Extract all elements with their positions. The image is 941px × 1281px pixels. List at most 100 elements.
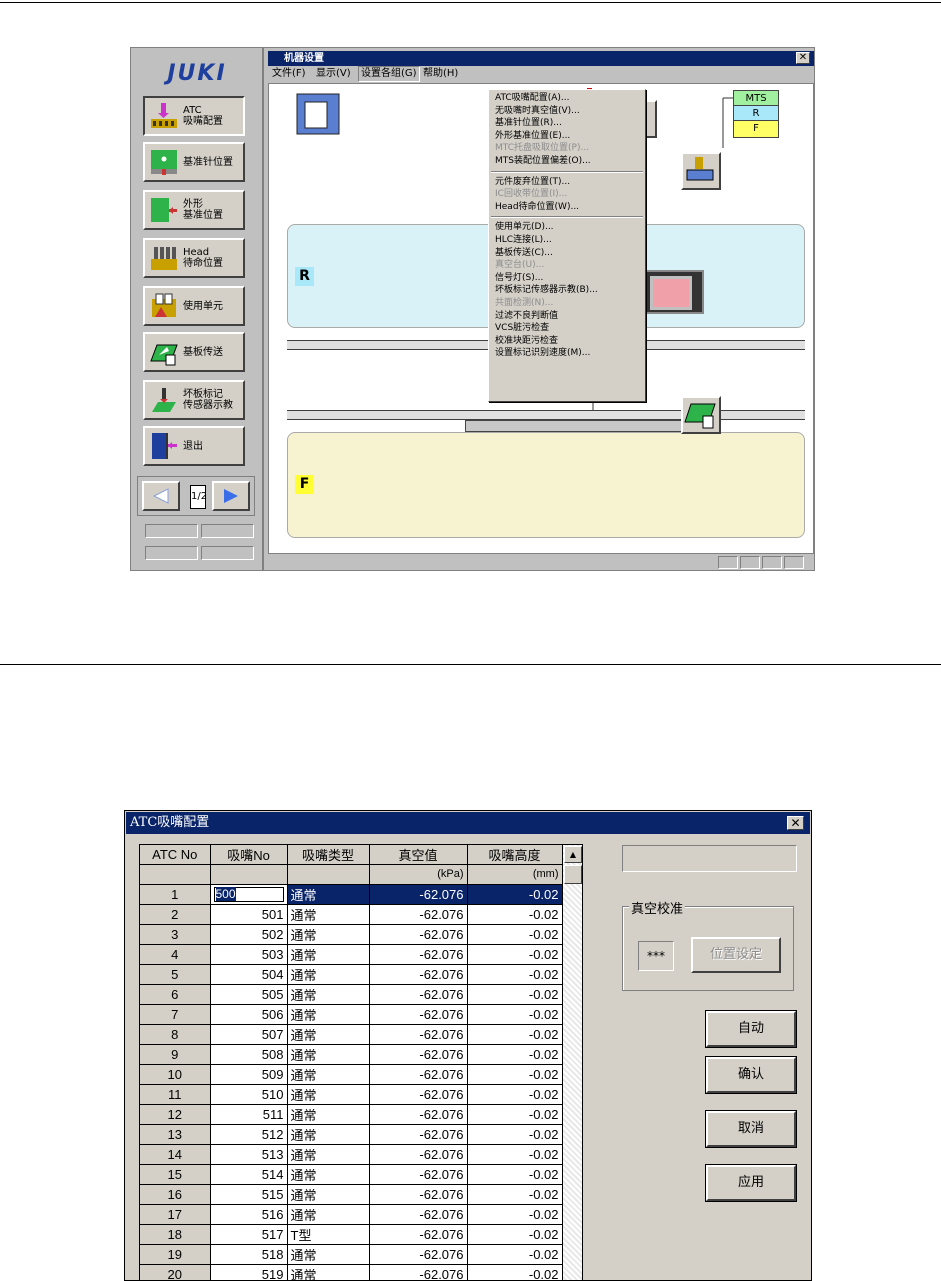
vacuum-cell[interactable]: -62.076 (369, 944, 468, 965)
next-page-button[interactable] (212, 481, 250, 511)
table-row[interactable]: 6 505 通常 -62.076 -0.02 (140, 984, 563, 1005)
nozzle-type-cell[interactable]: 通常 (287, 944, 370, 965)
table-row[interactable]: 19 518 通常 -62.076 -0.02 (140, 1244, 563, 1265)
height-cell[interactable]: -0.02 (467, 1204, 563, 1225)
nozzle-no-cell[interactable]: 518 (210, 1244, 288, 1265)
height-cell[interactable]: -0.02 (467, 1184, 563, 1205)
table-row[interactable]: 5 504 通常 -62.076 -0.02 (140, 964, 563, 985)
height-cell[interactable]: -0.02 (467, 1164, 563, 1185)
vacuum-cell[interactable]: -62.076 (369, 1124, 468, 1145)
dialog-close-button[interactable]: ✕ (787, 816, 804, 830)
menu-item-head-standby[interactable]: Head待命位置(W)... (489, 201, 645, 214)
nozzle-no-cell[interactable]: 504 (210, 964, 288, 985)
menu-item-outline-reference[interactable]: 外形基准位置(E)... (489, 130, 645, 143)
nozzle-type-cell[interactable]: 通常 (287, 964, 370, 985)
auto-button[interactable]: 自动 (705, 1010, 797, 1048)
height-cell[interactable]: -0.02 (467, 904, 563, 925)
height-cell[interactable]: -0.02 (467, 1144, 563, 1165)
table-row[interactable]: 18 517 T型 -62.076 -0.02 (140, 1224, 563, 1245)
apply-button[interactable]: 应用 (705, 1164, 797, 1202)
menu-item-atc-nozzle[interactable]: ATC吸嘴配置(A)... (489, 92, 645, 105)
atc-nozzle-button[interactable]: ATC 吸嘴配置 (143, 96, 245, 136)
height-cell[interactable]: -0.02 (467, 1264, 563, 1280)
vacuum-cell[interactable]: -62.076 (369, 1104, 468, 1125)
nozzle-type-cell[interactable]: 通常 (287, 1124, 370, 1145)
table-scrollbar[interactable]: ▲ (562, 845, 582, 1280)
height-cell[interactable]: -0.02 (467, 1004, 563, 1025)
height-cell[interactable]: -0.02 (467, 884, 563, 905)
menu-item-signal-light[interactable]: 信号灯(S)... (489, 272, 645, 285)
table-row[interactable]: 20 519 通常 -62.076 -0.02 (140, 1264, 563, 1280)
table-row[interactable]: 3 502 通常 -62.076 -0.02 (140, 924, 563, 945)
nozzle-type-cell[interactable]: 通常 (287, 1064, 370, 1085)
vacuum-cell[interactable]: -62.076 (369, 1244, 468, 1265)
nozzle-type-cell[interactable]: 通常 (287, 1024, 370, 1045)
nozzle-no-cell[interactable]: 517 (210, 1224, 288, 1245)
outline-reference-button[interactable]: 外形 基准位置 (143, 190, 245, 230)
nozzle-no-cell[interactable]: 512 (210, 1124, 288, 1145)
reference-pin-button[interactable]: 基准针位置 (143, 142, 245, 182)
nozzle-no-cell[interactable]: 502 (210, 924, 288, 945)
nozzle-no-cell[interactable]: 509 (210, 1064, 288, 1085)
cancel-button[interactable]: 取消 (705, 1110, 797, 1148)
nozzle-type-cell[interactable]: 通常 (287, 1144, 370, 1165)
nozzle-no-cell[interactable]: 505 (210, 984, 288, 1005)
nozzle-no-editor[interactable]: 500 (213, 887, 284, 903)
nozzle-no-cell[interactable]: 511 (210, 1104, 288, 1125)
height-cell[interactable]: -0.02 (467, 1084, 563, 1105)
nozzle-type-cell[interactable]: 通常 (287, 1184, 370, 1205)
nozzle-type-cell[interactable]: 通常 (287, 924, 370, 945)
confirm-button[interactable]: 确认 (705, 1056, 797, 1094)
table-row[interactable]: 15 514 通常 -62.076 -0.02 (140, 1164, 563, 1185)
nozzle-no-cell[interactable]: 515 (210, 1184, 288, 1205)
exit-button[interactable]: 退出 (143, 426, 245, 466)
vacuum-cell[interactable]: -62.076 (369, 1204, 468, 1225)
vacuum-cell[interactable]: -62.076 (369, 1164, 468, 1185)
nozzle-type-cell[interactable]: 通常 (287, 1164, 370, 1185)
nozzle-no-cell[interactable]: 507 (210, 1024, 288, 1045)
height-cell[interactable]: -0.02 (467, 1104, 563, 1125)
nozzle-no-cell[interactable]: 513 (210, 1144, 288, 1165)
nozzle-type-cell[interactable]: 通常 (287, 1244, 370, 1265)
menu-item-bad-mark-sensor[interactable]: 坏板标记传感器示教(B)... (489, 284, 645, 297)
table-row[interactable]: 7 506 通常 -62.076 -0.02 (140, 1004, 563, 1025)
height-cell[interactable]: -0.02 (467, 944, 563, 965)
height-cell[interactable]: -0.02 (467, 1124, 563, 1145)
menu-view[interactable]: 显示(V) (316, 67, 351, 81)
nozzle-no-cell[interactable]: 503 (210, 944, 288, 965)
nozzle-no-cell[interactable]: 516 (210, 1204, 288, 1225)
vacuum-cell[interactable]: -62.076 (369, 964, 468, 985)
mts-offset-button[interactable] (681, 152, 721, 190)
scroll-up-button[interactable]: ▲ (564, 846, 582, 863)
vacuum-cell[interactable]: -62.076 (369, 1004, 468, 1025)
menu-item-mts-offset[interactable]: MTS装配位置偏差(O)... (489, 155, 645, 168)
table-row[interactable]: 10 509 通常 -62.076 -0.02 (140, 1064, 563, 1085)
menu-item-filter-threshold[interactable]: 过滤不良判断值 (489, 310, 645, 323)
prev-page-button[interactable] (142, 481, 180, 511)
menu-item-reference-pin[interactable]: 基准针位置(R)... (489, 117, 645, 130)
use-unit-button[interactable]: 使用单元 (143, 286, 245, 326)
nozzle-no-cell[interactable]: 510 (210, 1084, 288, 1105)
table-row[interactable]: 12 511 通常 -62.076 -0.02 (140, 1104, 563, 1125)
conveyor-f-button[interactable] (681, 396, 721, 434)
nozzle-no-cell[interactable]: 508 (210, 1044, 288, 1065)
table-row[interactable]: 9 508 通常 -62.076 -0.02 (140, 1044, 563, 1065)
table-row[interactable]: 1 500 通常 -62.076 -0.02 (140, 884, 563, 905)
vacuum-cell[interactable]: -62.076 (369, 1224, 468, 1245)
nozzle-type-cell[interactable]: 通常 (287, 1204, 370, 1225)
board-transfer-button[interactable]: 基板传送 (143, 332, 245, 372)
menu-settings[interactable]: 设置各组(G) (358, 66, 420, 82)
vacuum-cell[interactable]: -62.076 (369, 924, 468, 945)
nozzle-type-cell[interactable]: 通常 (287, 984, 370, 1005)
height-cell[interactable]: -0.02 (467, 1244, 563, 1265)
vacuum-cell[interactable]: -62.076 (369, 884, 468, 905)
menu-item-vcs-dirt[interactable]: VCS脏污检查 (489, 322, 645, 335)
nozzle-no-cell[interactable]: 500 (210, 884, 288, 905)
bad-mark-sensor-button[interactable]: 坏板标记 传感器示教 (143, 380, 245, 420)
height-cell[interactable]: -0.02 (467, 1064, 563, 1085)
vacuum-cell[interactable]: -62.076 (369, 904, 468, 925)
vacuum-cell[interactable]: -62.076 (369, 1044, 468, 1065)
menu-item-no-nozzle-vacuum[interactable]: 无吸嘴时真空值(V)... (489, 105, 645, 118)
nozzle-no-cell[interactable]: 501 (210, 904, 288, 925)
height-cell[interactable]: -0.02 (467, 1044, 563, 1065)
